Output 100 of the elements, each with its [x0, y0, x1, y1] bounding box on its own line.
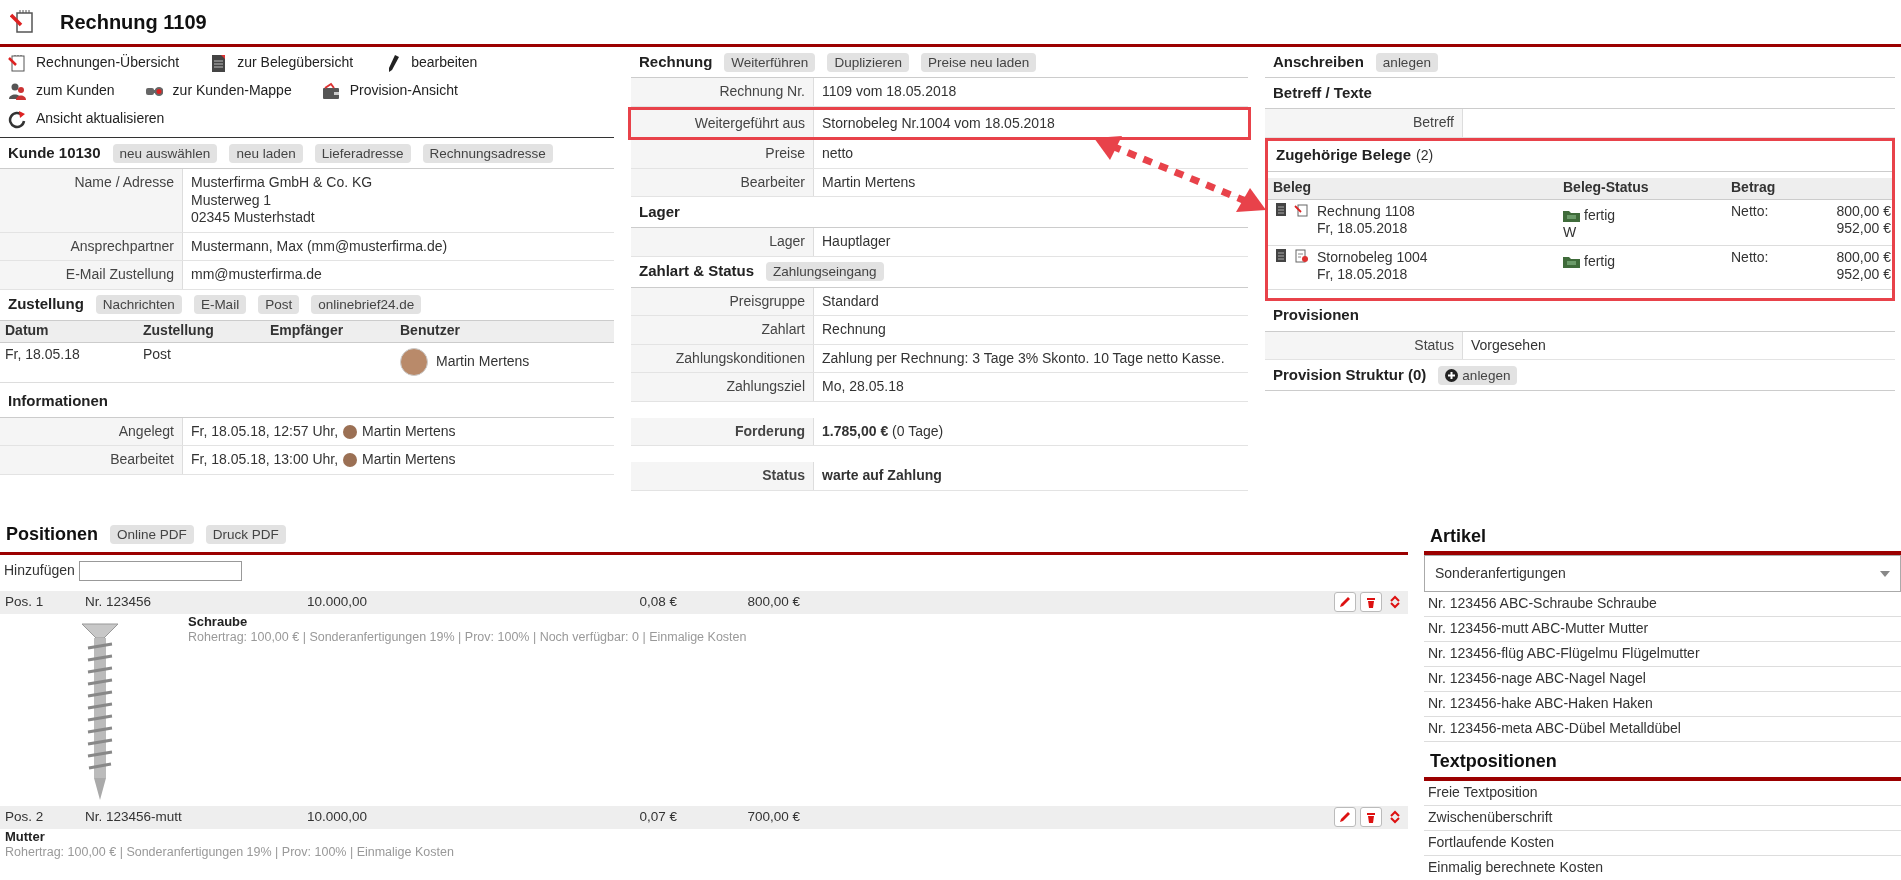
field-label: Bearbeiter	[631, 168, 814, 196]
field-value: Standard	[822, 292, 879, 310]
cancel-document-icon	[1294, 248, 1309, 264]
section-button[interactable]: Online PDF	[110, 524, 194, 544]
section-title: Zugehörige Belege	[1276, 146, 1412, 165]
table-cell-text: Pos. 2	[4, 808, 45, 826]
pencil-icon	[1340, 812, 1350, 822]
edit-button[interactable]	[1334, 592, 1356, 612]
section-button[interactable]: Weiterführen	[724, 52, 816, 72]
amount-value: 800,00 €	[1836, 248, 1891, 266]
table-cell-text: 10.000,00	[307, 808, 369, 826]
document-icon	[1276, 202, 1286, 216]
table-cell-text: 0,08 €	[638, 593, 677, 611]
field-label: Hinzufügen	[4, 561, 75, 580]
section-button[interactable]: Duplizieren	[827, 52, 909, 72]
article-item[interactable]: Nr. 123456-meta ABC-Dübel Metalldübel	[1424, 717, 1901, 742]
section-button[interactable]: neu auswählen	[112, 143, 218, 163]
wallet-icon	[321, 81, 340, 101]
status-note: W	[1563, 224, 1578, 242]
article-item[interactable]: Nr. 123456 ABC-Schraube Schraube	[1424, 592, 1901, 617]
column-header: Betrag	[1730, 179, 1777, 197]
field-label: Rechnung Nr.	[631, 78, 814, 106]
edit-button[interactable]	[1334, 807, 1356, 827]
delete-button[interactable]	[1360, 807, 1382, 827]
text-position-item[interactable]: Fortlaufende Kosten	[1424, 830, 1901, 856]
section-title: Betreff / Texte	[1273, 83, 1372, 103]
action-link[interactable]: Rechnungen-Übersicht	[8, 53, 180, 73]
text-position-item[interactable]: Freie Textposition	[1424, 780, 1901, 806]
input-field[interactable]	[78, 560, 242, 581]
action-link[interactable]: zum Kunden	[8, 81, 115, 101]
action-link[interactable]: bearbeiten	[383, 53, 478, 73]
field-label: Status	[631, 462, 814, 490]
text-position-item[interactable]: Einmalig berechnete Kosten	[1424, 855, 1901, 880]
section-button[interactable]: onlinebrief24.de	[311, 295, 422, 314]
add-button[interactable]: anlegen	[1438, 365, 1518, 385]
field-value: Stornobeleg Nr.1004 vom 18.05.2018	[822, 114, 1055, 132]
section-button[interactable]: Rechnungsadresse	[422, 143, 553, 163]
delete-button[interactable]	[1360, 592, 1382, 612]
invoice-icon	[1294, 202, 1309, 218]
document-date: Fr, 18.05.2018	[1317, 220, 1409, 238]
text-position-item[interactable]: Zwischenüberschrift	[1424, 805, 1901, 831]
field-label: Forderung	[631, 417, 814, 445]
action-link[interactable]: Ansicht aktualisieren	[8, 109, 165, 129]
section-button[interactable]: Preise neu laden	[920, 52, 1037, 72]
field-label: Bearbeitet	[0, 446, 183, 474]
table-cell-text: 10.000,00	[307, 593, 369, 611]
section-title: Textpositionen	[1424, 742, 1901, 781]
field-label: Angelegt	[0, 417, 183, 445]
category-select[interactable]: Sonderanfertigungen	[1424, 555, 1901, 592]
field-value: Fr, 18.05.18, 12:57 Uhr,	[191, 422, 339, 440]
section-button[interactable]: Post	[258, 295, 300, 314]
column-header: Beleg	[1272, 179, 1313, 197]
section-title: Anschreiben	[1273, 52, 1364, 72]
document-icon	[209, 53, 228, 73]
section-title: Rechnung	[639, 52, 713, 72]
product-name: Mutter	[5, 828, 46, 845]
section-button[interactable]: Druck PDF	[205, 524, 286, 544]
article-item[interactable]: Nr. 123456-nage ABC-Nagel Nagel	[1424, 667, 1901, 692]
field-value: Martin Mertens	[822, 173, 916, 191]
avatar-circle	[343, 453, 358, 467]
section-title: Zustellung	[8, 295, 84, 314]
sort-arrows-icon[interactable]	[1390, 595, 1400, 609]
section-title: Provision Struktur (0)	[1273, 365, 1427, 385]
column-header: Benutzer	[399, 322, 461, 340]
document-name: Rechnung 1108	[1317, 202, 1415, 220]
field-value: Mo, 28.05.18	[822, 378, 904, 396]
section-title: Kunde 10130	[8, 143, 101, 163]
article-item[interactable]: Nr. 123456-hake ABC-Haken Haken	[1424, 692, 1901, 717]
folder-icon	[1563, 208, 1580, 222]
field-label: Status	[1265, 331, 1463, 359]
section-button[interactable]: Nachrichten	[95, 295, 182, 314]
column-header: Empfänger	[269, 322, 345, 340]
field-label: Ansprechpartner	[0, 232, 183, 260]
field-value: warte auf Zahlung	[822, 467, 942, 485]
field-value: netto	[822, 145, 854, 163]
field-value: mm@musterfirma.de	[191, 266, 322, 284]
trash-icon	[1366, 811, 1376, 823]
section-title: Informationen	[8, 392, 108, 411]
table-cell-text: Fr, 18.05.18	[4, 345, 81, 364]
section-button[interactable]: E-Mail	[193, 295, 247, 314]
user-name: Martin Mertens	[436, 353, 530, 371]
field-value: Mustermann, Max (mm@musterfirma.de)	[191, 237, 448, 255]
field-label: Preisgruppe	[631, 287, 814, 315]
section-button[interactable]: neu laden	[229, 143, 303, 163]
article-item[interactable]: Nr. 123456-mutt ABC-Mutter Mutter	[1424, 617, 1901, 642]
status-label: fertig	[1584, 206, 1616, 224]
action-link[interactable]: zur Belegübersicht	[209, 53, 354, 73]
amount-label: Netto:	[1731, 202, 1769, 221]
avatar-circle	[400, 348, 428, 376]
field-value: 1109 vom 18.05.2018	[822, 83, 957, 101]
section-button[interactable]: Lieferadresse	[314, 143, 411, 163]
table-cell-text: Post	[142, 345, 172, 364]
trash-icon	[1366, 596, 1376, 608]
action-link[interactable]: Provision-Ansicht	[321, 81, 458, 101]
sort-arrows-icon[interactable]	[1390, 810, 1400, 824]
section-button[interactable]: anlegen	[1375, 52, 1438, 72]
field-value: Zahlung per Rechnung: 3 Tage 3% Skonto. 10 Tage netto Kasse.	[822, 349, 1225, 367]
action-link[interactable]: zur Kunden-Mappe	[144, 81, 292, 101]
section-button[interactable]: Zahlungseingang	[766, 262, 884, 281]
article-item[interactable]: Nr. 123456-flüg ABC-Flügelmu Flügelmutter	[1424, 642, 1901, 667]
